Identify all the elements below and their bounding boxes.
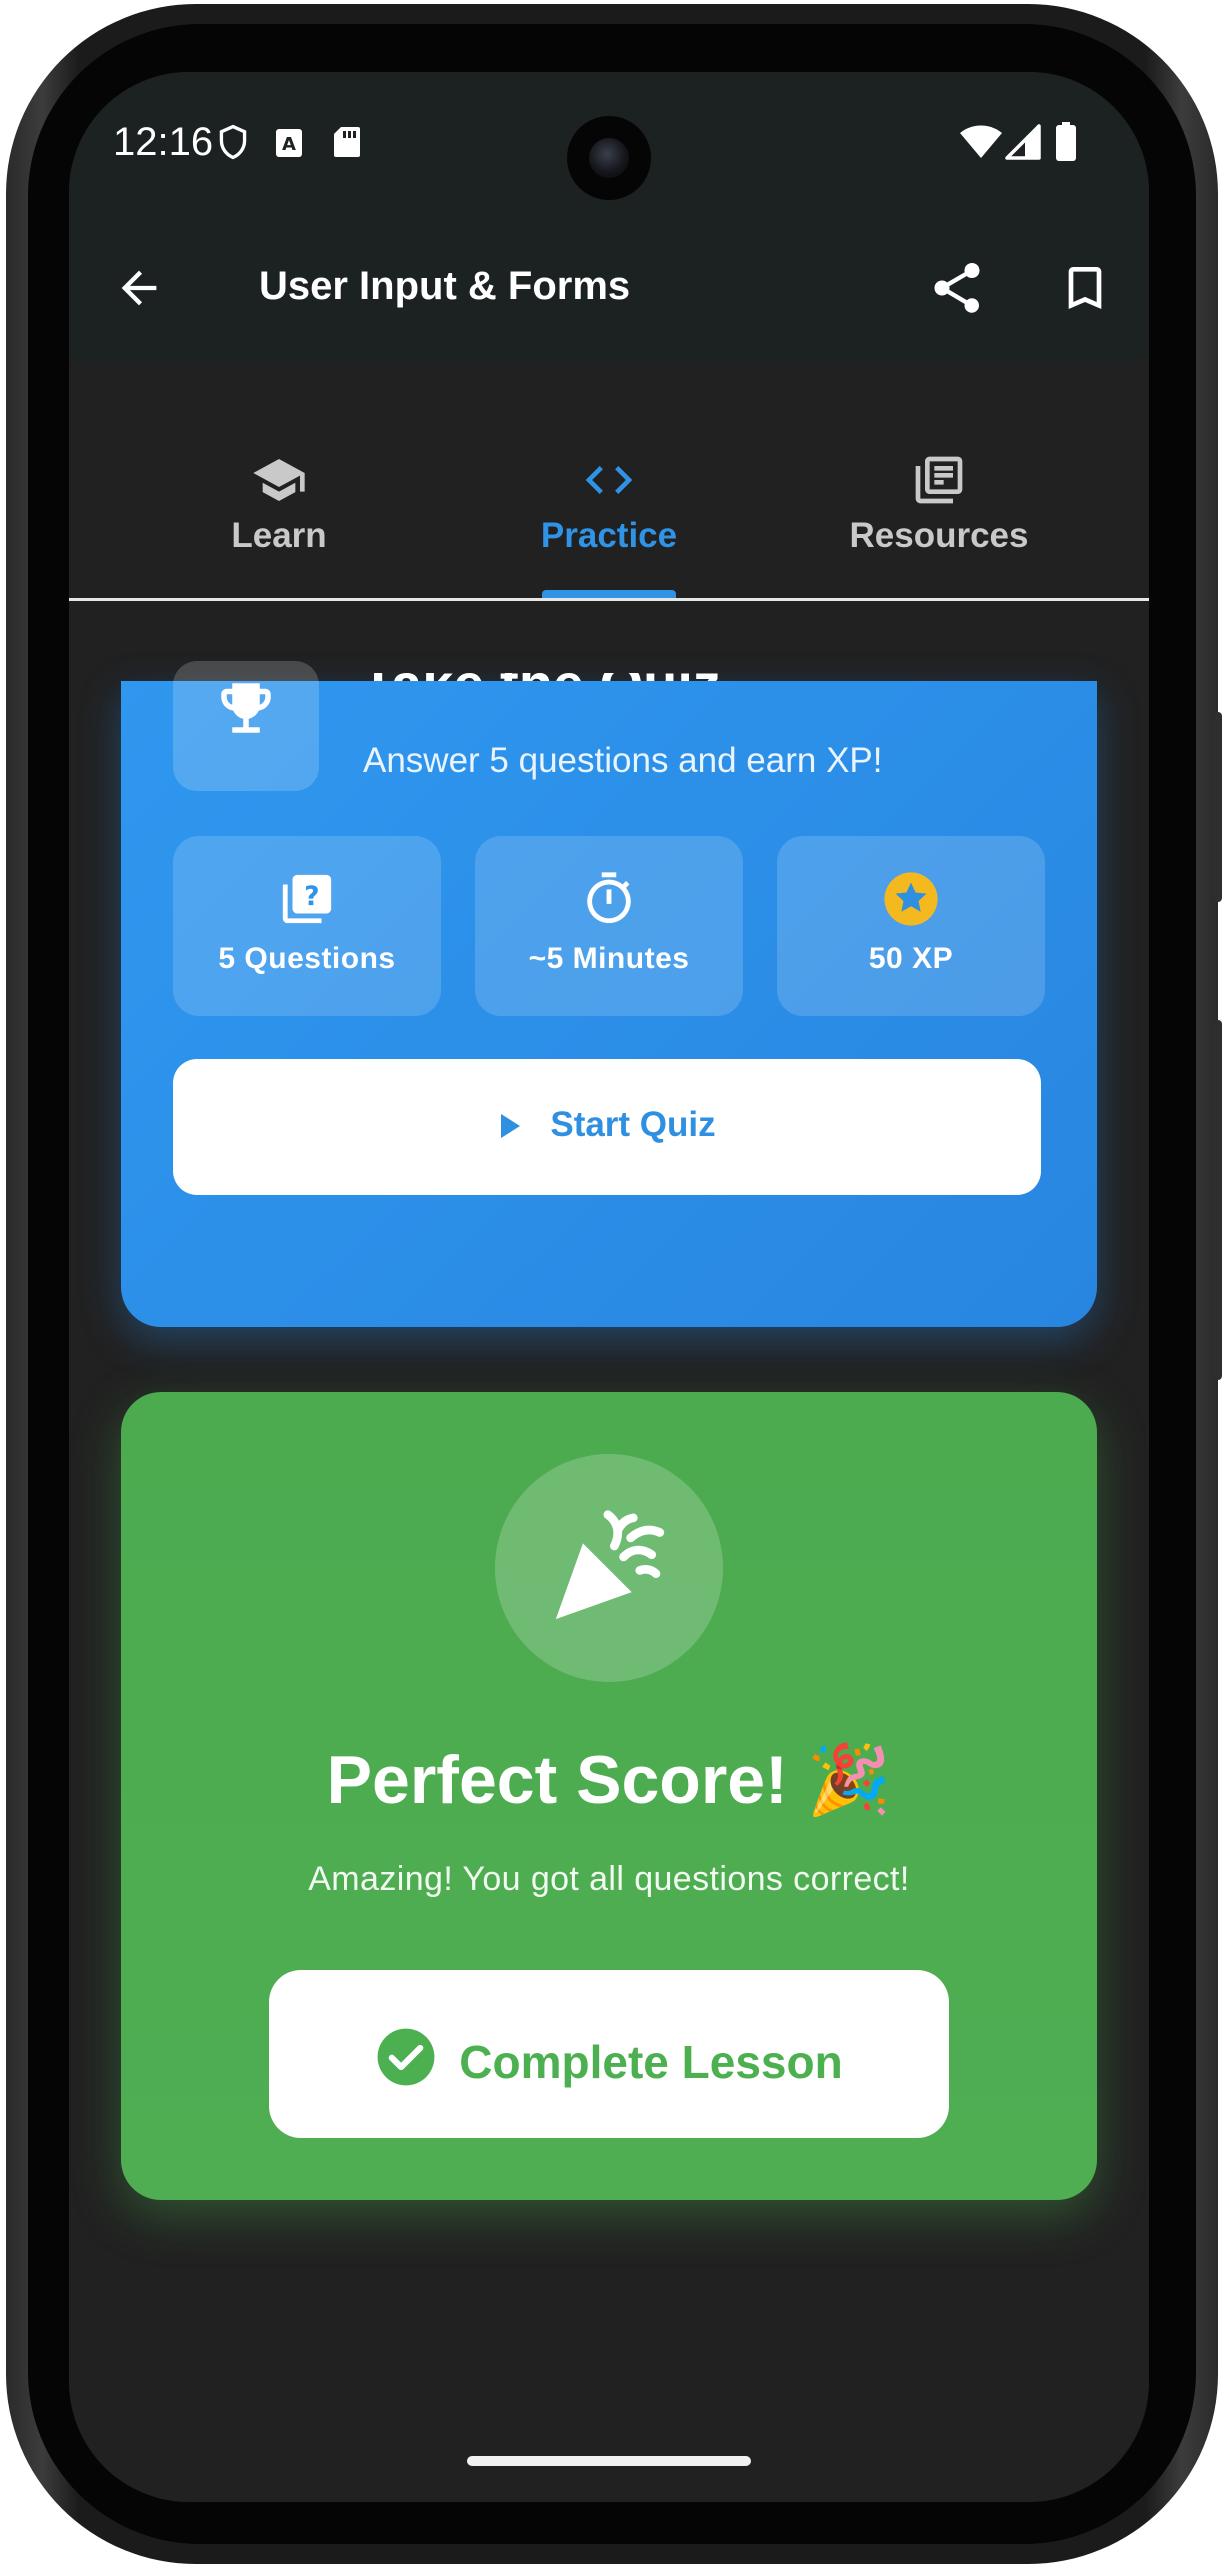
bookmark-icon[interactable] <box>1057 258 1113 318</box>
school-cap-icon <box>253 459 305 501</box>
app-bar: User Input & Forms <box>69 212 1149 362</box>
tab-learn[interactable]: Learn <box>129 452 429 556</box>
accessibility-notification-icon: A <box>276 129 302 157</box>
home-indicator[interactable] <box>467 2456 751 2466</box>
trophy-icon <box>221 683 271 733</box>
stat-duration-label: ~5 Minutes <box>528 942 690 975</box>
code-brackets-icon <box>585 466 633 494</box>
tab-practice[interactable]: Practice <box>459 452 759 556</box>
party-popper-icon <box>555 1510 665 1620</box>
svg-text:?: ? <box>304 881 319 912</box>
wifi-icon <box>960 125 1002 158</box>
volume-button <box>1214 1020 1222 1380</box>
tab-resources-label: Resources <box>849 516 1029 555</box>
play-icon <box>501 1114 521 1138</box>
quiz-icon: ? <box>282 874 332 924</box>
tab-practice-label: Practice <box>540 516 678 555</box>
start-quiz-label: Start Quiz <box>550 1105 716 1144</box>
complete-lesson-button[interactable]: Complete Lesson <box>269 1970 949 2138</box>
tab-resources[interactable]: Resources <box>789 452 1089 556</box>
front-camera <box>567 116 651 200</box>
stat-duration: ~5 Minutes <box>475 836 743 1016</box>
start-quiz-button[interactable]: Start Quiz <box>173 1059 1041 1195</box>
quiz-subtitle: Answer 5 questions and earn XP! <box>363 741 883 780</box>
timer-icon <box>587 872 631 924</box>
status-bar: 12:16 A <box>69 72 1149 212</box>
content-scroll-area[interactable]: Take the Quiz Answer 5 questions and ear… <box>69 601 1149 2502</box>
battery-icon <box>1056 122 1076 161</box>
back-arrow-icon[interactable] <box>113 262 165 314</box>
star-coin-icon <box>884 872 938 926</box>
score-title: Perfect Score! 🎉 <box>326 1742 892 1818</box>
page-title: User Input & Forms <box>259 264 631 308</box>
share-icon[interactable] <box>927 258 987 318</box>
perfect-score-card: Perfect Score! 🎉 Amazing! You got all qu… <box>121 1392 1097 2200</box>
stat-xp-label: 50 XP <box>868 942 954 975</box>
tab-bar: Learn Practice Resources <box>69 362 1149 601</box>
power-button <box>1214 712 1222 902</box>
svg-text:A: A <box>282 134 296 155</box>
library-books-icon <box>915 456 963 504</box>
tab-active-indicator <box>542 590 676 598</box>
quiz-title: Take the Quiz <box>361 652 721 715</box>
signal-icon <box>1005 124 1041 160</box>
complete-lesson-label: Complete Lesson <box>459 2036 843 2088</box>
screen: 12:16 A User Input & Forms Learn Practic… <box>69 72 1149 2502</box>
celebration-badge <box>495 1454 723 1682</box>
shield-icon <box>219 124 247 160</box>
stat-questions-label: 5 Questions <box>218 942 396 975</box>
trophy-badge <box>173 661 319 791</box>
status-time: 12:16 <box>113 120 214 164</box>
check-circle-icon <box>377 2028 435 2086</box>
quiz-card: Take the Quiz Answer 5 questions and ear… <box>121 661 1097 1327</box>
stat-questions: ? 5 Questions <box>173 836 441 1016</box>
stat-xp: 50 XP <box>777 836 1045 1016</box>
sd-card-icon <box>334 127 360 157</box>
tab-learn-label: Learn <box>231 516 327 555</box>
score-subtitle: Amazing! You got all questions correct! <box>308 1860 910 1898</box>
